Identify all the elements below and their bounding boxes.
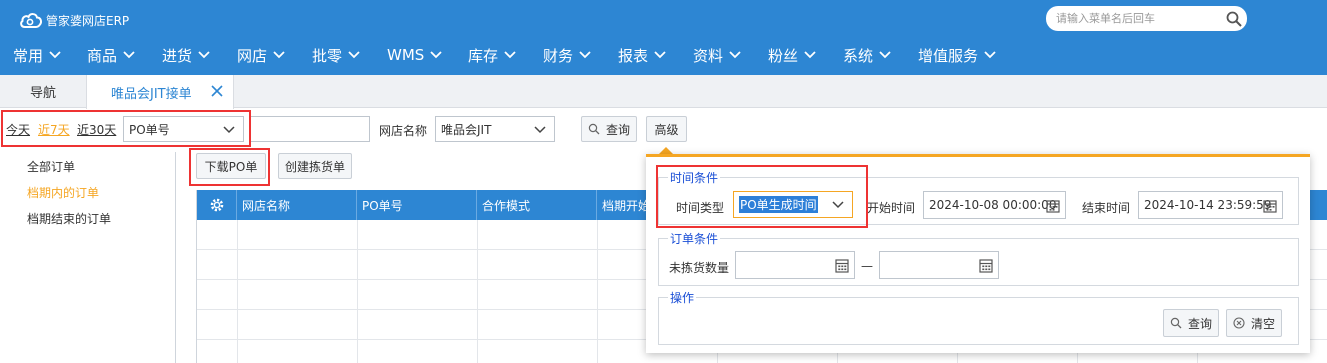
list-item-in-schedule[interactable]: 档期内的订单: [27, 184, 99, 201]
search-icon: [588, 123, 600, 135]
order-condition-legend: 订单条件: [668, 230, 721, 247]
highlight-box-time-type: [656, 165, 868, 228]
chevron-down-icon: [879, 51, 891, 59]
operation-legend: 操作: [668, 289, 697, 306]
advanced-button[interactable]: 高级: [646, 116, 687, 142]
menu-item-store[interactable]: 网店: [237, 43, 285, 67]
column-divider: [477, 220, 478, 363]
column-header-store-name[interactable]: 网店名称: [237, 190, 357, 220]
clear-icon: [1233, 317, 1245, 329]
tab-bar: 导航 唯品会JIT接单: [0, 75, 1327, 109]
end-time-input[interactable]: 2024-10-14 23:59:59: [1138, 191, 1283, 219]
create-pick-list-button[interactable]: 创建拣货单: [278, 153, 352, 179]
search-icon: [1170, 317, 1182, 329]
search-icon[interactable]: [1225, 10, 1243, 28]
column-header-po-number[interactable]: PO单号: [357, 190, 477, 220]
app-logo: 管家婆网店ERP: [19, 10, 129, 30]
unpicked-quantity-label: 未拣货数量: [669, 261, 730, 275]
list-item-all-orders[interactable]: 全部订单: [27, 158, 75, 175]
menu-item-goods[interactable]: 商品: [87, 43, 135, 67]
top-bar: 管家婆网店ERP 常用 商品 进货 网店 批零 WMS 库存 财务 报表 资料 …: [0, 0, 1327, 75]
menu-item-value-added[interactable]: 增值服务: [918, 43, 996, 67]
menu-item-common[interactable]: 常用: [13, 43, 61, 67]
chevron-down-icon: [729, 51, 741, 59]
start-time-input[interactable]: 2024-10-08 00:00:00: [923, 191, 1066, 219]
close-icon[interactable]: [211, 85, 223, 97]
column-settings[interactable]: [197, 190, 237, 220]
chevron-down-icon: [49, 51, 61, 59]
popup-pointer: [659, 147, 673, 154]
highlight-box-download: [189, 148, 270, 186]
menu-item-fans[interactable]: 粉丝: [768, 43, 816, 67]
gear-icon[interactable]: [209, 197, 225, 213]
query-button[interactable]: 查询: [581, 116, 637, 142]
end-time-label: 结束时间: [1082, 201, 1131, 215]
column-divider: [357, 220, 358, 363]
calculator-icon[interactable]: [835, 259, 849, 273]
order-category-list: 全部订单 档期内的订单 档期结束的订单: [9, 152, 176, 363]
menu-item-system[interactable]: 系统: [843, 43, 891, 67]
menu-search-input[interactable]: [1056, 9, 1221, 28]
column-divider: [597, 220, 598, 363]
calendar-icon[interactable]: [1046, 199, 1060, 213]
menu-item-inventory[interactable]: 库存: [468, 43, 516, 67]
menu-item-finance[interactable]: 财务: [543, 43, 591, 67]
chevron-down-icon: [579, 51, 591, 59]
menu-item-data[interactable]: 资料: [693, 43, 741, 67]
chevron-down-icon: [198, 51, 210, 59]
advanced-clear-button[interactable]: 清空: [1226, 309, 1282, 337]
advanced-query-button[interactable]: 查询: [1163, 309, 1219, 337]
column-header-coop-mode[interactable]: 合作模式: [477, 190, 597, 220]
chevron-down-icon: [273, 51, 285, 59]
unpicked-quantity-max-input[interactable]: [879, 251, 999, 279]
search-value-input[interactable]: [249, 116, 370, 142]
highlight-box-quick-filter: [1, 110, 251, 147]
cloud-logo-icon: [20, 13, 42, 28]
app-title: 管家婆网店ERP: [46, 13, 130, 28]
chevron-down-icon: [984, 51, 996, 59]
tab-vip-jit[interactable]: 唯品会JIT接单: [86, 75, 234, 109]
menu-item-wms[interactable]: WMS: [387, 43, 442, 67]
chevron-down-icon: [534, 126, 546, 134]
calculator-icon[interactable]: [979, 259, 993, 273]
menu-item-purchase[interactable]: 进货: [162, 43, 210, 67]
unpicked-quantity-min-input[interactable]: [735, 251, 855, 279]
chevron-down-icon: [348, 51, 360, 59]
chevron-down-icon: [804, 51, 816, 59]
store-name-select[interactable]: 唯品会JIT: [435, 116, 555, 142]
store-name-label: 网店名称: [379, 124, 428, 138]
menu-item-reports[interactable]: 报表: [618, 43, 666, 67]
menu-search[interactable]: [1046, 6, 1247, 31]
menu-item-wholesale[interactable]: 批零: [312, 43, 360, 67]
chevron-down-icon: [504, 51, 516, 59]
start-time-label: 开始时间: [867, 201, 916, 215]
range-separator: —: [861, 259, 873, 273]
chevron-down-icon: [654, 51, 666, 59]
tab-navigation[interactable]: 导航: [0, 75, 86, 108]
chevron-down-icon: [123, 51, 135, 59]
calendar-icon[interactable]: [1263, 199, 1277, 213]
tab-label: 唯品会JIT接单: [111, 87, 192, 102]
list-item-schedule-ended[interactable]: 档期结束的订单: [27, 210, 111, 227]
chevron-down-icon: [430, 51, 442, 59]
column-divider: [237, 220, 238, 363]
advanced-search-panel: 时间条件 时间类型 PO单生成时间 开始时间 2024-10-08 00:00:…: [646, 154, 1310, 353]
